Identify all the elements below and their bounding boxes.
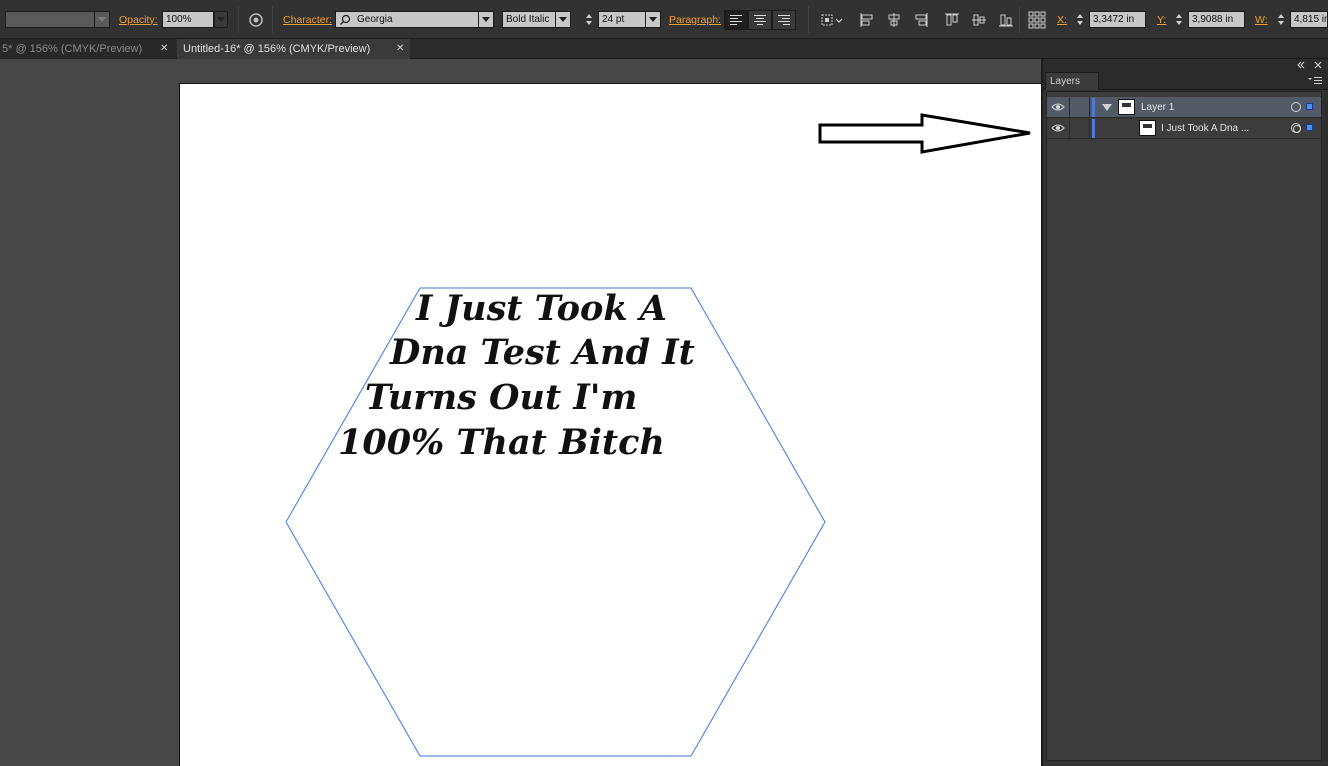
close-icon[interactable]: ✕ — [160, 39, 168, 59]
recolor-icon[interactable] — [247, 11, 265, 29]
panel-scrollbar[interactable] — [1324, 91, 1328, 761]
selection-indicator[interactable] — [1306, 124, 1313, 131]
selection-indicator[interactable] — [1306, 103, 1313, 110]
x-label[interactable]: X: — [1057, 14, 1067, 26]
x-stepper[interactable] — [1074, 11, 1086, 28]
align-vertical-center-icon[interactable] — [970, 11, 988, 29]
tab-untitled-16[interactable]: Untitled-16* @ 156% (CMYK/Preview) — [177, 39, 410, 59]
align-left-edges-icon[interactable] — [858, 11, 876, 29]
tab-label: Untitled-16* @ 156% (CMYK/Preview) — [183, 43, 371, 55]
collapse-icon[interactable] — [1297, 61, 1305, 69]
align-left-button[interactable] — [724, 9, 748, 30]
font-size-stepper[interactable] — [583, 11, 595, 28]
target-selected-icon[interactable] — [1291, 123, 1301, 133]
illustrator-window: Opacity: 100% Character: Georgia Bold It… — [0, 0, 1328, 766]
control-bar: Opacity: 100% Character: Georgia Bold It… — [0, 0, 1328, 39]
reference-point-icon[interactable] — [1027, 10, 1047, 30]
layer-row-layer-1[interactable]: Layer 1 — [1047, 97, 1321, 118]
eye-icon[interactable] — [1051, 123, 1065, 133]
text-line-2: Dna Test And It — [390, 332, 695, 373]
stroke-dropdown[interactable] — [5, 0, 110, 39]
y-field[interactable]: 3,9088 in — [1188, 11, 1245, 28]
paragraph-label[interactable]: Paragraph: — [669, 14, 721, 26]
tab-document-5[interactable]: 5* @ 156% (CMYK/Preview) — [0, 39, 176, 59]
target-circle-icon[interactable] — [1291, 102, 1301, 112]
align-top-edges-icon[interactable] — [943, 11, 961, 29]
lock-toggle[interactable] — [1069, 118, 1090, 139]
text-frame[interactable]: I Just Took A Dna Test And It Turns Out … — [180, 84, 1040, 766]
y-stepper[interactable] — [1173, 11, 1185, 28]
font-style-field[interactable]: Bold Italic — [502, 11, 556, 28]
align-bottom-edges-icon[interactable] — [997, 11, 1015, 29]
y-label[interactable]: Y: — [1157, 14, 1166, 26]
disclosure-triangle-icon[interactable] — [1102, 104, 1112, 111]
text-line-3: Turns Out I'm — [365, 377, 638, 418]
font-size-field[interactable]: 24 pt — [598, 11, 646, 28]
layer-color-bar — [1092, 119, 1095, 138]
document-tab-bar: 5* @ 156% (CMYK/Preview) ✕ Untitled-16* … — [0, 39, 1328, 59]
w-label[interactable]: W: — [1255, 14, 1268, 26]
panel-tabbar: Layers — [1043, 71, 1328, 90]
opacity-label[interactable]: Opacity: — [119, 14, 158, 26]
close-panel-icon[interactable] — [1314, 61, 1322, 69]
font-size-dropdown[interactable] — [646, 11, 661, 28]
x-field[interactable]: 3,3472 in — [1089, 11, 1146, 28]
panel-header — [1043, 59, 1328, 71]
w-field[interactable]: 4,815 in — [1290, 11, 1328, 28]
align-right-button[interactable] — [772, 9, 796, 30]
tab-layers-label: Layers — [1050, 76, 1081, 87]
font-family-field[interactable]: Georgia — [335, 11, 479, 28]
font-family-value: Georgia — [357, 14, 393, 25]
object-thumbnail — [1139, 120, 1156, 136]
text-line-4: 100% That Bitch — [338, 422, 665, 463]
layer-row-text-object[interactable]: I Just Took A Dna ... — [1047, 118, 1321, 139]
layer-thumbnail — [1118, 99, 1135, 115]
text-line-1: I Just Took A — [416, 288, 667, 329]
align-center-button[interactable] — [748, 9, 772, 30]
layer-color-bar — [1092, 98, 1095, 117]
close-icon[interactable]: ✕ — [396, 39, 404, 59]
w-stepper[interactable] — [1275, 11, 1287, 28]
object-name[interactable]: I Just Took A Dna ... — [1161, 118, 1249, 139]
tab-layers[interactable]: Layers — [1045, 72, 1099, 90]
stroke-field[interactable] — [5, 11, 95, 28]
tab-label: 5* @ 156% (CMYK/Preview) — [2, 43, 143, 55]
artboard[interactable]: I Just Took A Dna Test And It Turns Out … — [179, 83, 1041, 766]
align-horizontal-center-icon[interactable] — [885, 11, 903, 29]
layer-name[interactable]: Layer 1 — [1141, 97, 1174, 118]
eye-icon[interactable] — [1051, 102, 1065, 112]
opacity-input[interactable]: 100% — [162, 11, 214, 28]
layers-panel: Layers Layer 1 I Just Took A Dna ... — [1041, 59, 1328, 766]
lock-toggle[interactable] — [1069, 97, 1090, 118]
align-to-selection-icon[interactable] — [819, 11, 845, 29]
canvas-area[interactable]: I Just Took A Dna Test And It Turns Out … — [0, 59, 1041, 766]
chevron-down-icon[interactable] — [95, 11, 110, 28]
layers-list: Layer 1 I Just Took A Dna ... — [1046, 91, 1322, 761]
font-family-dropdown[interactable] — [479, 11, 494, 28]
font-style-dropdown[interactable] — [556, 11, 571, 28]
search-icon — [340, 14, 351, 25]
opacity-arrow[interactable] — [214, 11, 228, 28]
align-right-edges-icon[interactable] — [912, 11, 930, 29]
panel-menu-icon[interactable] — [1307, 76, 1323, 85]
character-label[interactable]: Character: — [283, 14, 332, 26]
